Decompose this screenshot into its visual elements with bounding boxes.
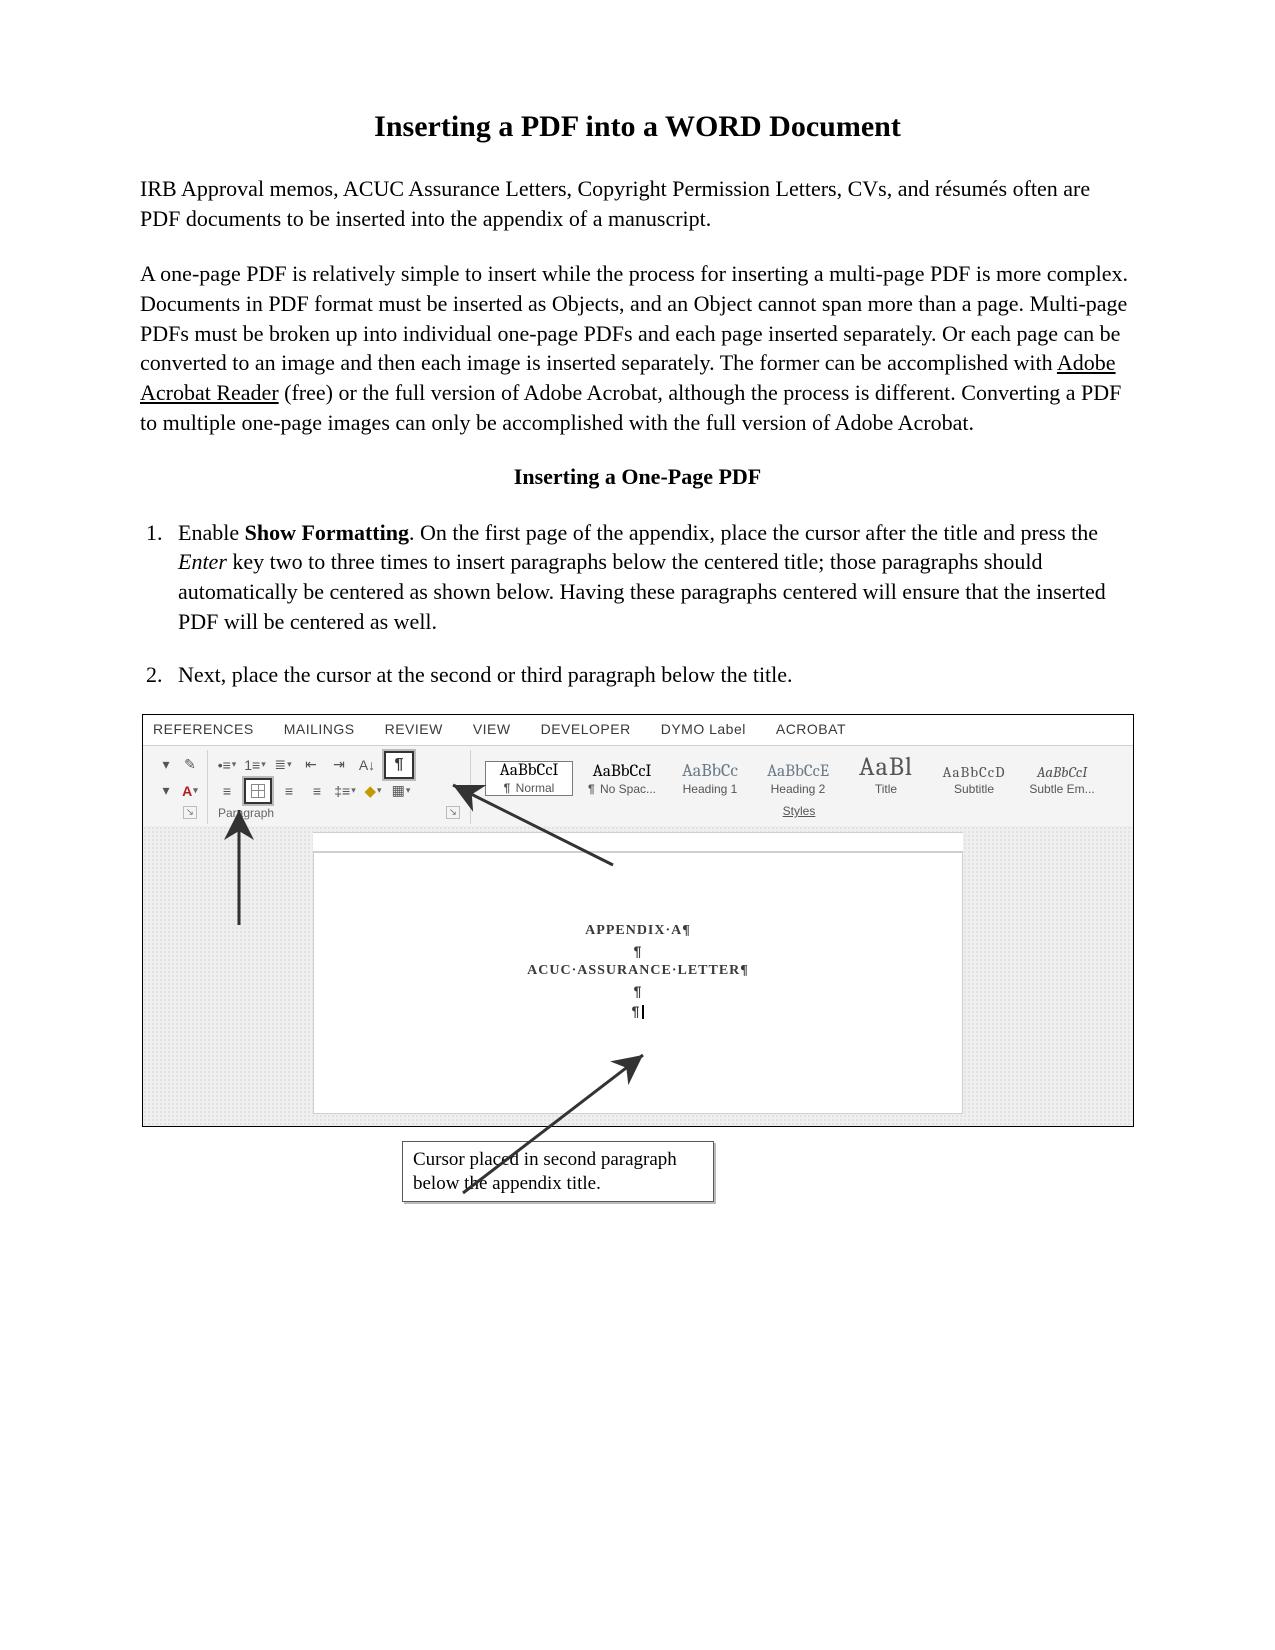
style-no-spac-[interactable]: AaBbCcI¶ No Spac... <box>583 763 661 796</box>
tab-acrobat[interactable]: ACROBAT <box>776 721 846 737</box>
step-1: Enable Show Formatting. On the first pag… <box>168 518 1135 637</box>
decrease-indent-icon[interactable]: ⇤ <box>300 755 322 775</box>
horizontal-ruler[interactable] <box>313 832 963 852</box>
line-spacing-icon[interactable]: ‡≡▾ <box>334 781 356 801</box>
step1-italic: Enter <box>178 549 227 574</box>
multilevel-icon[interactable]: ≣▾ <box>272 755 294 775</box>
sort-icon[interactable]: A↓ <box>356 755 378 775</box>
borders-button[interactable] <box>244 778 272 804</box>
numbering-icon[interactable]: 1≡▾ <box>244 755 266 775</box>
page-title: Inserting a PDF into a WORD Document <box>140 110 1135 144</box>
intro-paragraph-2: A one-page PDF is relatively simple to i… <box>140 259 1135 437</box>
style-heading-2[interactable]: AaBbCcEHeading 2 <box>759 763 837 796</box>
intro-paragraph-1: IRB Approval memos, ACUC Assurance Lette… <box>140 174 1135 233</box>
step1-bold: Show Formatting <box>245 520 409 545</box>
step1-b: . On the first page of the appendix, pla… <box>409 520 1098 545</box>
step-2: Next, place the cursor at the second or … <box>168 660 1135 690</box>
tab-developer[interactable]: DEVELOPER <box>541 721 631 737</box>
style-subtitle[interactable]: AaBbCcDSubtitle <box>935 765 1013 796</box>
document-page[interactable]: APPENDIX·A¶ ¶ ACUC·ASSURANCE·LETTER¶ ¶ ¶ <box>313 852 963 1114</box>
increase-indent-icon[interactable]: ⇥ <box>328 755 350 775</box>
font-caret-icon[interactable]: ▾ <box>157 781 175 801</box>
font-launcher-icon[interactable]: ↘ <box>183 806 197 819</box>
callout-cursor: Cursor placed in second paragraph below … <box>402 1141 714 1203</box>
tab-mailings[interactable]: MAILINGS <box>284 721 355 737</box>
tab-references[interactable]: REFERENCES <box>153 721 254 737</box>
styles-gallery[interactable]: AaBbCcI¶ Normal AaBbCcI¶ No Spac... AaBbCc… <box>479 752 1119 796</box>
doc-line-pilcrow-2: ¶ <box>314 983 962 999</box>
align-right-icon[interactable]: ≡ <box>306 781 328 801</box>
tab-review[interactable]: REVIEW <box>385 721 443 737</box>
ribbon-body: ▾ ✎ ▾ A▾ ↘ •≡▾ 1≡▾ ≣▾ ⇤ <box>143 746 1133 826</box>
align-left-icon[interactable]: ≡ <box>216 781 238 801</box>
intro-2-b: (free) or the full version of Adobe Acro… <box>140 380 1121 435</box>
document-area: APPENDIX·A¶ ¶ ACUC·ASSURANCE·LETTER¶ ¶ ¶ <box>143 826 1133 1126</box>
step1-c: key two to three times to insert paragra… <box>178 549 1106 633</box>
step1-a: Enable <box>178 520 245 545</box>
borders-dropdown-icon[interactable]: ▦▾ <box>390 781 412 801</box>
paste-caret-icon[interactable]: ▾ <box>157 755 175 775</box>
font-color-icon[interactable]: A▾ <box>181 781 199 801</box>
style-heading-1[interactable]: AaBbCcHeading 1 <box>671 762 749 796</box>
align-center-icon[interactable]: ≡ <box>278 781 300 801</box>
style-subtle-em-[interactable]: AaBbCcISubtle Em... <box>1023 765 1101 796</box>
ribbon-tabs: REFERENCES MAILINGS REVIEW VIEW DEVELOPE… <box>143 715 1133 746</box>
tab-dymo[interactable]: DYMO Label <box>661 721 746 737</box>
paragraph-launcher-icon[interactable]: ↘ <box>446 806 460 819</box>
paragraph-group-label: Paragraph <box>218 806 274 820</box>
doc-line-pilcrow-1: ¶ <box>314 943 962 959</box>
doc-line-pilcrow-3: ¶ <box>314 1003 962 1019</box>
word-screenshot: REFERENCES MAILINGS REVIEW VIEW DEVELOPE… <box>142 714 1134 1127</box>
styles-group-label: Styles <box>479 796 1119 820</box>
style-normal[interactable]: AaBbCcI¶ Normal <box>485 761 573 796</box>
text-cursor <box>642 1005 644 1019</box>
section-heading: Inserting a One-Page PDF <box>140 464 1135 490</box>
intro-2-a: A one-page PDF is relatively simple to i… <box>140 261 1128 375</box>
shading-icon[interactable]: ◆▾ <box>362 781 384 801</box>
doc-line-acuc: ACUC·ASSURANCE·LETTER¶ <box>314 963 962 979</box>
show-formatting-pilcrow-button[interactable]: ¶ <box>384 751 414 779</box>
format-painter-icon[interactable]: ✎ <box>181 755 199 775</box>
doc-line-appendix: APPENDIX·A¶ <box>314 923 962 939</box>
bullets-icon[interactable]: •≡▾ <box>216 755 238 775</box>
style-title[interactable]: AaBlTitle <box>847 754 925 796</box>
tab-view[interactable]: VIEW <box>473 721 511 737</box>
